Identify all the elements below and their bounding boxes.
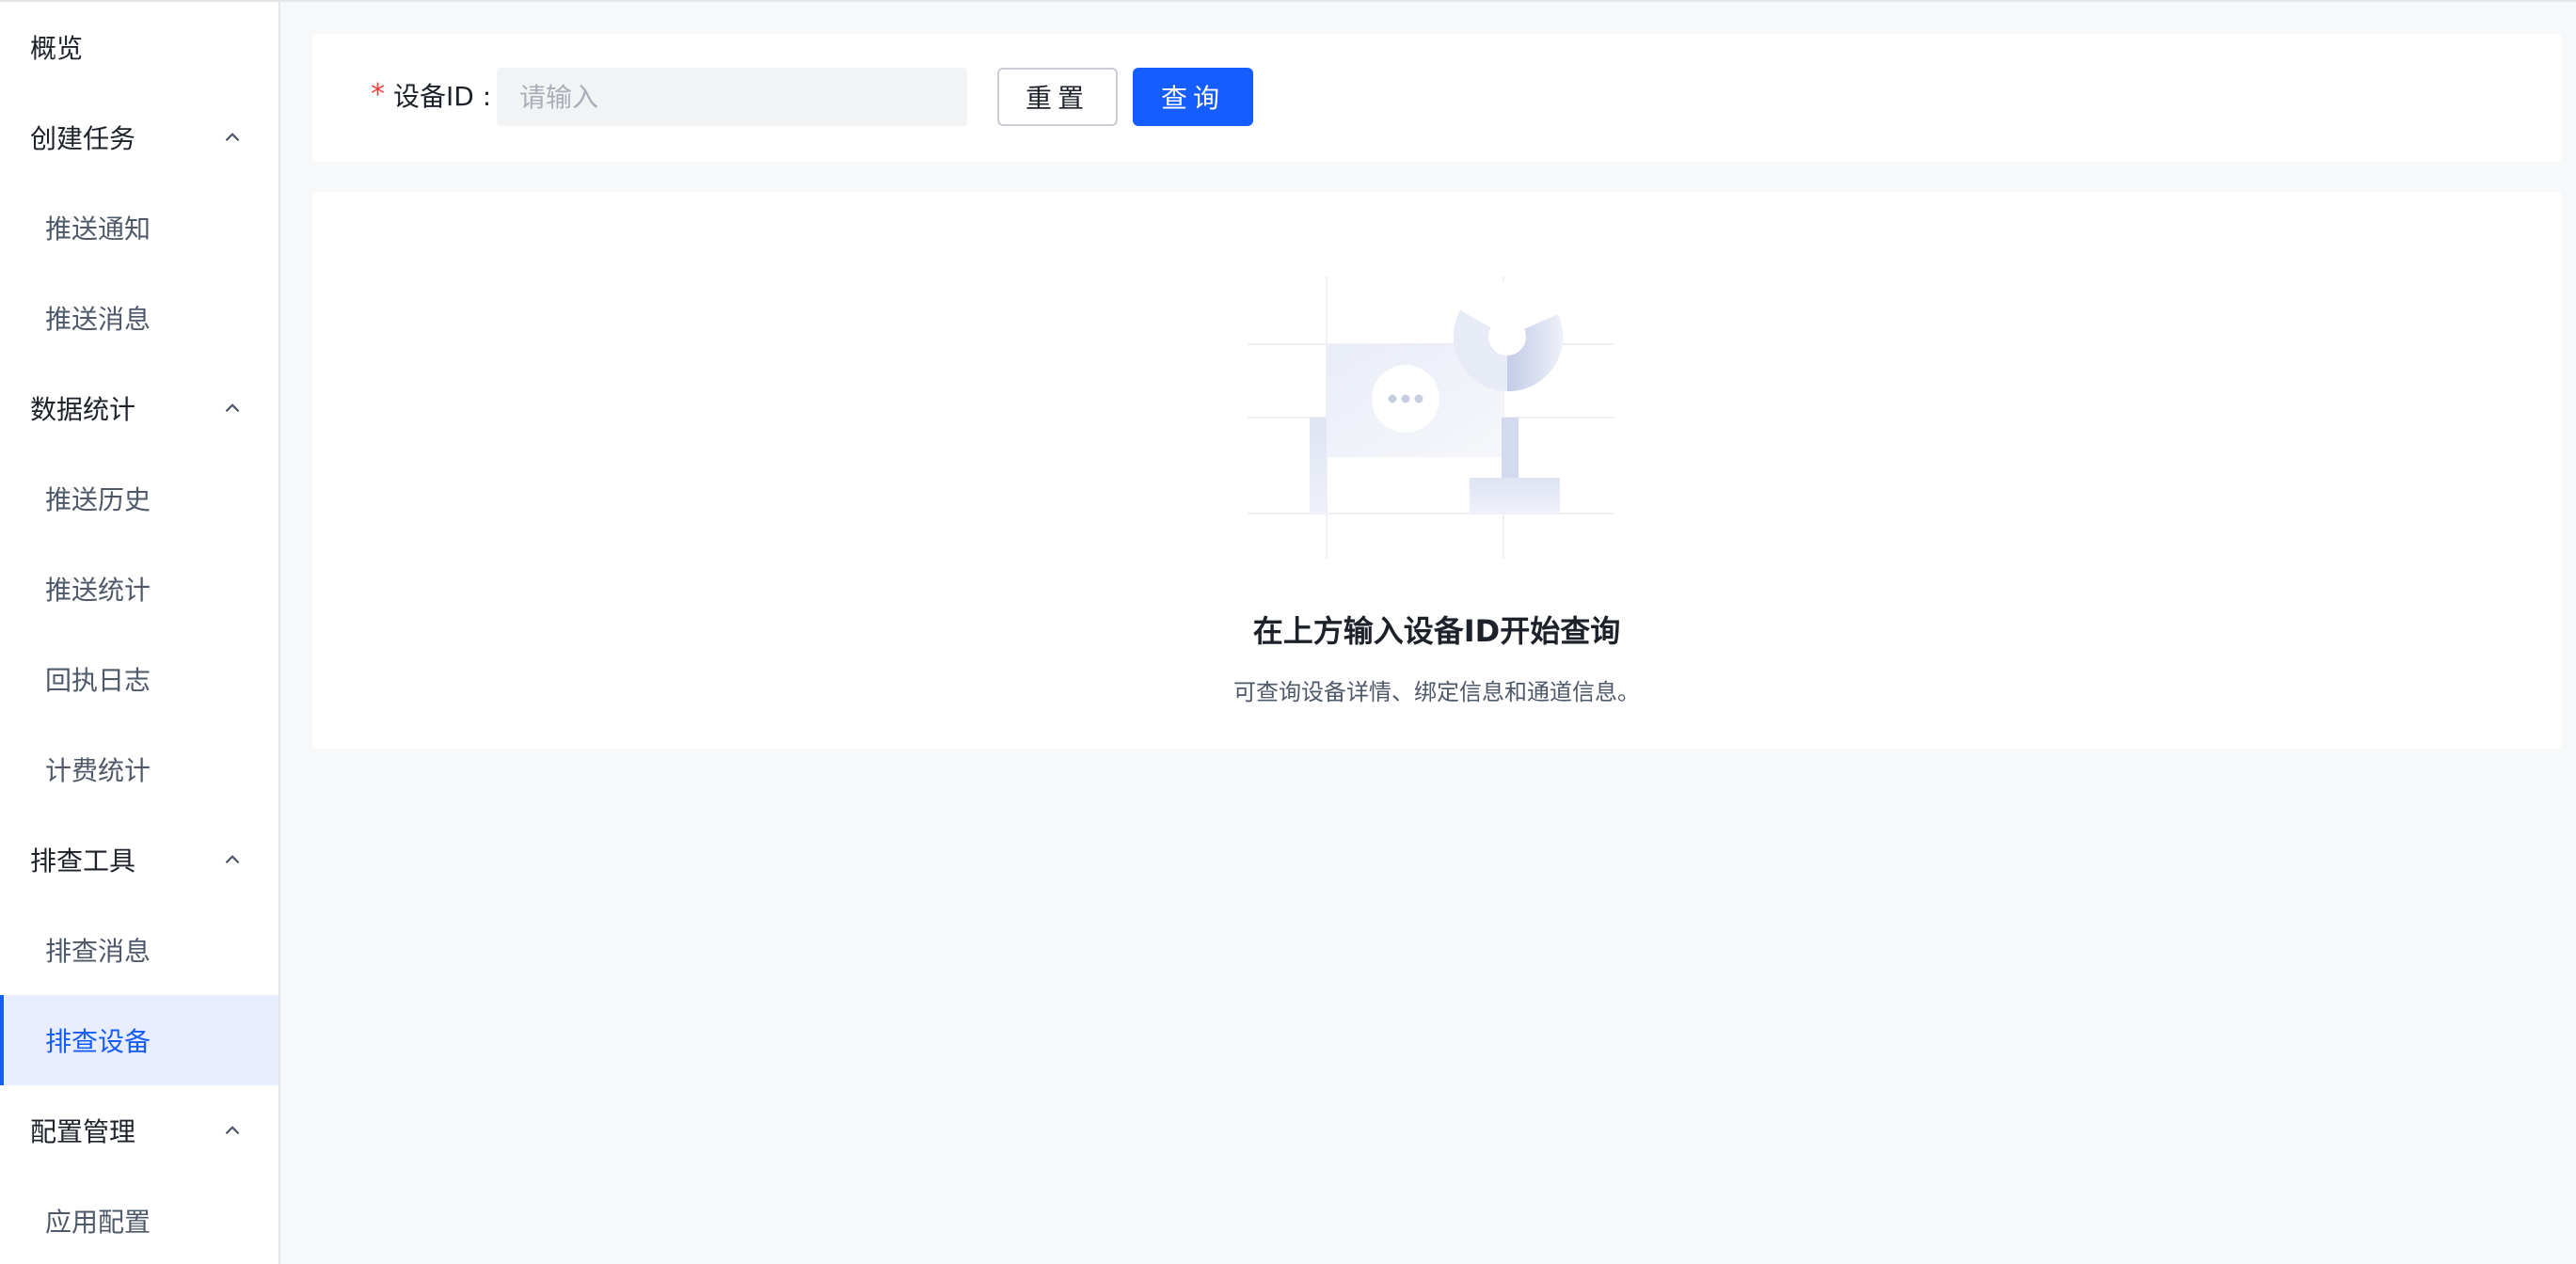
required-mark: * <box>371 78 385 111</box>
sidebar-item-check-message[interactable]: 排查消息 <box>0 905 278 995</box>
sidebar-item-push-stats[interactable]: 推送统计 <box>0 544 278 634</box>
sidebar-item-billing-stats[interactable]: 计费统计 <box>0 724 278 814</box>
sidebar-item-label: 排查设备 <box>45 1026 151 1057</box>
chevron-up-icon <box>218 123 246 151</box>
sidebar-item-label: 推送通知 <box>45 213 151 245</box>
sidebar-item-label: 推送统计 <box>45 575 151 606</box>
sidebar-item-receipt-log[interactable]: 回执日志 <box>0 634 278 724</box>
sidebar-group-label: 排查工具 <box>30 845 136 877</box>
sidebar-item-label: 回执日志 <box>45 665 151 696</box>
chevron-up-icon <box>218 845 246 874</box>
sidebar-group-label: 数据统计 <box>30 394 136 425</box>
sidebar-group-label: 配置管理 <box>30 1116 136 1147</box>
device-id-label: 设备ID : <box>393 81 492 112</box>
sidebar-group-config[interactable]: 配置管理 <box>0 1085 278 1176</box>
sidebar-item-check-device[interactable]: 排查设备 <box>0 995 278 1085</box>
sidebar-item-push-message[interactable]: 推送消息 <box>0 273 278 363</box>
sidebar-item-label: 概览 <box>30 33 84 64</box>
sidebar-item-label: 应用配置 <box>45 1207 151 1238</box>
sidebar-item-label: 推送历史 <box>45 484 151 515</box>
query-button[interactable]: 查询 <box>1133 68 1253 126</box>
reset-button[interactable]: 重置 <box>997 68 1118 126</box>
chevron-up-icon <box>218 1116 246 1145</box>
sidebar-item-label: 计费统计 <box>45 755 151 786</box>
sidebar: 概览 创建任务 推送通知 推送消息 数据统计 推送历史 推送统计 回执日志 计费… <box>0 2 280 1264</box>
device-id-input[interactable] <box>497 68 967 126</box>
empty-search-illustration-icon <box>1248 276 1614 559</box>
sidebar-item-label: 推送消息 <box>45 304 151 335</box>
sidebar-item-push-notification[interactable]: 推送通知 <box>0 182 278 273</box>
search-form: * 设备ID : 重置 查询 <box>312 34 2561 162</box>
sidebar-item-label: 排查消息 <box>45 936 151 967</box>
sidebar-item-app-config[interactable]: 应用配置 <box>0 1176 278 1264</box>
result-panel: 在上方输入设备ID开始查询 可查询设备详情、绑定信息和通道信息。 <box>312 192 2561 749</box>
sidebar-group-data-stats[interactable]: 数据统计 <box>0 363 278 453</box>
chevron-up-icon <box>218 394 246 422</box>
sidebar-item-overview[interactable]: 概览 <box>0 2 278 92</box>
sidebar-group-create-task[interactable]: 创建任务 <box>0 92 278 182</box>
sidebar-group-label: 创建任务 <box>30 123 136 154</box>
sidebar-group-troubleshoot[interactable]: 排查工具 <box>0 814 278 905</box>
empty-state-title: 在上方输入设备ID开始查询 <box>1252 613 1621 649</box>
app-root: 概览 创建任务 推送通知 推送消息 数据统计 推送历史 推送统计 回执日志 计费… <box>0 0 2576 1264</box>
sidebar-item-push-history[interactable]: 推送历史 <box>0 453 278 544</box>
empty-state-description: 可查询设备详情、绑定信息和通道信息。 <box>1233 679 1640 705</box>
